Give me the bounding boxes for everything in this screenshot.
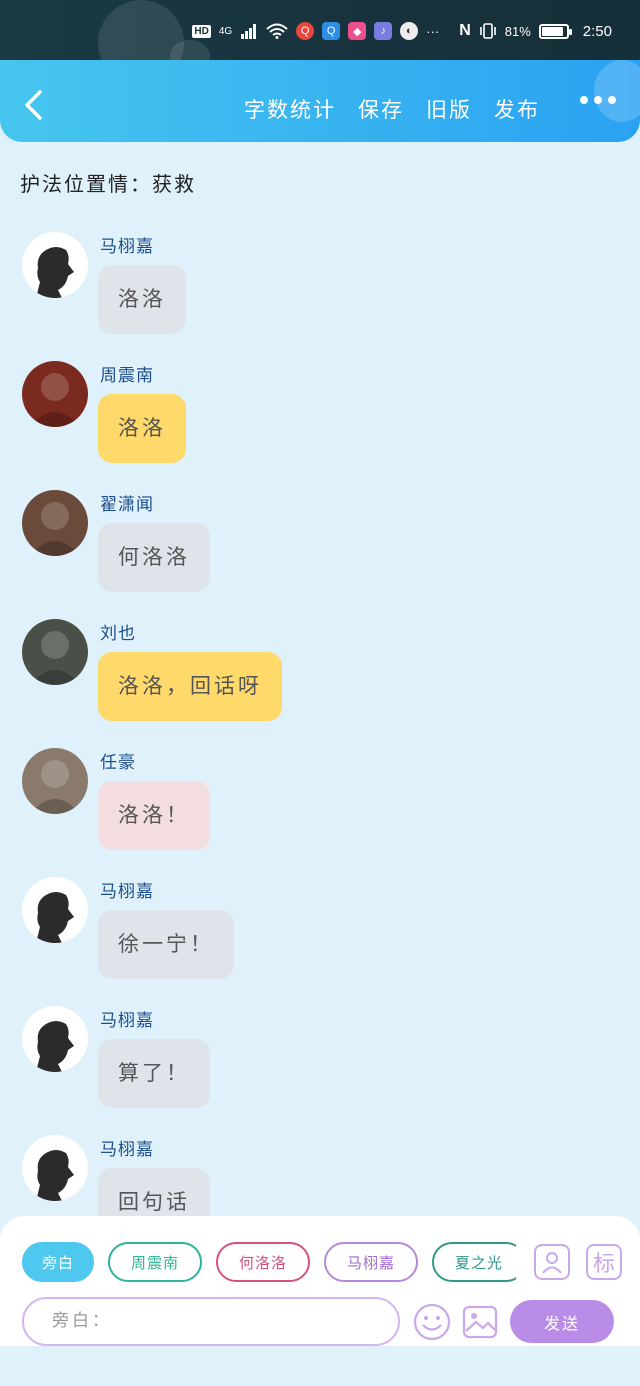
image-button[interactable]: [461, 1303, 499, 1341]
ball-app-icon: ◐: [400, 22, 419, 40]
music-app-icon: ♪: [374, 22, 393, 40]
app-notification-icon: Q: [296, 22, 315, 40]
message-sender-name: 马栩嘉: [100, 1140, 154, 1160]
battery-icon: [538, 23, 572, 39]
vibrate-icon: [479, 23, 497, 39]
character-card-button[interactable]: [534, 1244, 570, 1280]
save-button[interactable]: 保存: [358, 94, 404, 124]
app-header: 字数统计 保存 旧版 发布: [0, 60, 640, 142]
composer-panel: 旁白 周震南 何洛洛 马栩嘉 夏之光 标 旁白： 发送: [0, 1216, 640, 1346]
profile-photo-icon: [30, 760, 80, 814]
smiley-icon: [413, 1303, 451, 1341]
message-item[interactable]: 马栩嘉徐一宁！: [0, 873, 640, 1002]
chevron-left-icon: [25, 90, 42, 120]
message-item[interactable]: 周震南 洛洛: [0, 357, 640, 486]
avatar[interactable]: [22, 490, 88, 556]
more-menu-button[interactable]: [580, 96, 616, 104]
message-input[interactable]: 旁白：: [22, 1297, 400, 1346]
message-sender-name: 马栩嘉: [100, 237, 154, 257]
message-sender-name: 周震南: [100, 366, 154, 386]
image-icon: [462, 1305, 498, 1339]
avatar[interactable]: [22, 1135, 88, 1201]
profile-silhouette-icon: [36, 892, 74, 943]
avatar[interactable]: [22, 361, 88, 427]
role-chip[interactable]: 周震南: [108, 1242, 202, 1282]
header-bubble-decoration: [594, 60, 640, 122]
back-button[interactable]: [22, 90, 46, 120]
message-bubble[interactable]: 洛洛: [98, 394, 186, 463]
status-icons: HD 4G Q Q ◆ ♪ ◐ ··· N 81% 2:50: [192, 22, 612, 40]
avatar[interactable]: [22, 748, 88, 814]
role-chip[interactable]: 旁白: [22, 1242, 94, 1282]
message-sender-name: 马栩嘉: [100, 882, 154, 902]
role-chip[interactable]: 何洛洛: [216, 1242, 310, 1282]
mark-label: 标: [592, 1251, 615, 1276]
profile-silhouette-icon: [36, 1021, 74, 1072]
status-bar: HD 4G Q Q ◆ ♪ ◐ ··· N 81% 2:50: [0, 0, 640, 86]
more-dot-icon: [580, 96, 588, 104]
old-version-button[interactable]: 旧版: [426, 94, 472, 124]
wifi-icon: [266, 23, 288, 39]
search-app-icon: Q: [322, 22, 341, 40]
signal-icon: [240, 23, 258, 39]
message-item[interactable]: 刘也洛洛，回话呀: [0, 615, 640, 744]
mark-button[interactable]: 标: [586, 1244, 622, 1280]
role-chip[interactable]: 马栩嘉: [324, 1242, 418, 1282]
profile-silhouette-icon: [36, 247, 74, 298]
header-actions: 字数统计 保存 旧版 发布: [244, 94, 540, 124]
profile-photo-icon: [30, 502, 80, 556]
avatar[interactable]: [22, 1006, 88, 1072]
emoji-button[interactable]: [413, 1303, 451, 1341]
cat-app-icon: ◆: [348, 22, 367, 40]
nfc-icon: N: [459, 22, 471, 39]
bottom-safe-area: [0, 1346, 640, 1386]
word-count-button[interactable]: 字数统计: [244, 94, 336, 124]
person-icon: [542, 1252, 562, 1274]
profile-silhouette-icon: [36, 1150, 74, 1201]
message-sender-name: 马栩嘉: [100, 1011, 154, 1031]
message-item[interactable]: 任豪洛洛！: [0, 744, 640, 873]
message-bubble[interactable]: 洛洛！: [98, 781, 210, 850]
message-bubble[interactable]: 算了！: [98, 1039, 210, 1108]
battery-percent: 81%: [504, 23, 531, 39]
profile-photo-icon: [30, 373, 80, 427]
avatar[interactable]: [22, 232, 88, 298]
message-sender-name: 刘也: [100, 624, 136, 644]
message-bubble[interactable]: 洛洛，回话呀: [98, 652, 282, 721]
message-bubble[interactable]: 何洛洛: [98, 523, 210, 592]
publish-button[interactable]: 发布: [494, 94, 540, 124]
scene-title: 护法位置情：获救: [20, 172, 196, 196]
more-dot-icon: [608, 96, 616, 104]
avatar[interactable]: [22, 877, 88, 943]
message-item[interactable]: 翟潇闻 何洛洛: [0, 486, 640, 615]
message-bubble[interactable]: 洛洛: [98, 265, 186, 334]
network-label: 4G: [218, 25, 233, 37]
hd-icon: HD: [192, 24, 211, 38]
message-item[interactable]: 马栩嘉 洛洛: [0, 228, 640, 357]
profile-photo-icon: [30, 631, 80, 685]
message-item[interactable]: 马栩嘉算了！: [0, 1002, 640, 1131]
message-sender-name: 翟潇闻: [100, 495, 154, 515]
send-button[interactable]: 发送: [510, 1300, 614, 1343]
more-dot-icon: [594, 96, 602, 104]
avatar[interactable]: [22, 619, 88, 685]
clock: 2:50: [582, 22, 612, 40]
message-sender-name: 任豪: [100, 753, 136, 773]
role-selector[interactable]: 旁白 周震南 何洛洛 马栩嘉 夏之光: [22, 1242, 516, 1284]
role-chip[interactable]: 夏之光: [432, 1242, 516, 1282]
more-notifications-icon: ···: [426, 23, 440, 39]
message-bubble[interactable]: 徐一宁！: [98, 910, 234, 979]
